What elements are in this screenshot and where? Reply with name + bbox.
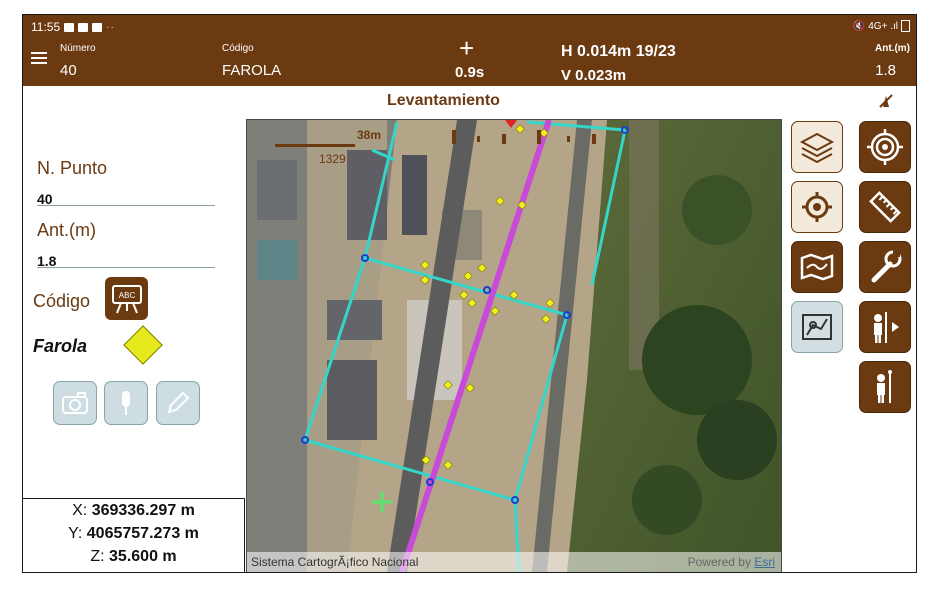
epoch-time: 0.9s	[455, 64, 485, 81]
coord-y-row: Y: 4065757.273 m	[23, 522, 244, 545]
mute-icon: 🔇	[852, 20, 866, 32]
coord-y-label: Y:	[68, 525, 83, 542]
code-button-text: ABC	[118, 291, 135, 300]
camera-icon	[62, 392, 88, 414]
pencil-icon	[167, 391, 190, 414]
survey-point-button[interactable]	[859, 361, 911, 413]
surveyor-play-icon	[874, 312, 899, 343]
target-button[interactable]	[859, 121, 911, 173]
coord-z-label: Z:	[90, 548, 105, 565]
layers-button[interactable]	[791, 121, 843, 173]
code-label: Código	[33, 291, 91, 311]
coord-y-value: 4065757.273 m	[86, 525, 199, 542]
microphone-icon	[122, 391, 130, 415]
coord-z-row: Z: 35.600 m	[23, 545, 244, 568]
basemap-icon	[802, 314, 832, 340]
esri-link[interactable]: Esri	[754, 555, 775, 569]
status-more-dots: ··	[106, 21, 115, 33]
basemap-button[interactable]	[791, 301, 843, 353]
codigo-value: FAROLA	[222, 62, 282, 79]
powered-by-text: Powered by	[687, 555, 751, 569]
locate-icon	[802, 192, 832, 222]
signal-icon: 4G+ .ıl	[868, 20, 898, 32]
crosshair-plus-icon: +	[459, 33, 475, 63]
coord-x-row: X: 369336.297 m	[23, 499, 244, 522]
powered-by: Powered by Esri	[688, 555, 775, 569]
gps-off-icon[interactable]	[878, 93, 894, 109]
numero-value: 40	[60, 62, 77, 79]
surveyor-icon	[877, 370, 892, 403]
notification-icon	[92, 22, 103, 32]
satellite-imagery	[247, 120, 781, 572]
stakeout-button[interactable]	[859, 301, 911, 353]
ruler-icon	[869, 191, 901, 223]
coord-x-label: X:	[72, 502, 88, 519]
center-location-button[interactable]	[791, 181, 843, 233]
antenna-underline	[37, 267, 215, 268]
layers-icon	[799, 132, 835, 164]
codigo-label: Código	[222, 43, 254, 54]
system-indicators: 🔇 4G+ .ıl	[853, 20, 910, 32]
coordinates-box: X: 369336.297 m Y: 4065757.273 m Z: 35.6…	[23, 498, 245, 572]
numero-label: Número	[60, 43, 96, 54]
horizontal-precision: H 0.014m 19/23	[561, 43, 676, 60]
vertical-precision: V 0.023m	[561, 67, 627, 84]
antenna-label: Ant.(m)	[37, 220, 97, 240]
easel-icon: ABC	[111, 284, 142, 313]
map-attribution-bar: Sistema CartogrÃ¡fico Nacional Powered b…	[247, 552, 781, 572]
code-select-button[interactable]: ABC	[105, 277, 148, 320]
microphone-button[interactable]	[104, 381, 148, 425]
map-icon	[800, 253, 834, 281]
map-view-button[interactable]	[791, 241, 843, 293]
battery-icon	[901, 20, 910, 32]
measure-button[interactable]	[859, 181, 911, 233]
top-bar: 11:55 ·· 🔇 4G+ .ıl Número 40 Código FARO…	[23, 15, 916, 86]
camera-button[interactable]	[53, 381, 97, 425]
scale-label: 38m	[357, 128, 382, 142]
antenna-header-value: 1.8	[875, 62, 896, 79]
coord-x-value: 369336.297 m	[91, 502, 195, 519]
point-number-label: N. Punto	[37, 158, 108, 178]
page-title: Levantamiento	[387, 92, 500, 109]
map-attribution: Sistema CartogrÃ¡fico Nacional	[251, 555, 419, 569]
wrench-icon	[871, 250, 902, 283]
antenna-header-label: Ant.(m)	[875, 43, 910, 54]
status-bar: 11:55 ··	[31, 20, 115, 34]
code-symbol-diamond	[123, 325, 163, 365]
map-view[interactable]: 38m 1329 Sistema CartogrÃ¡fico Nacional …	[246, 119, 782, 572]
status-time: 11:55	[31, 20, 61, 34]
message-icon	[78, 22, 89, 32]
target-icon	[867, 129, 903, 165]
tools-button[interactable]	[859, 241, 911, 293]
point-number-underline	[37, 205, 215, 206]
app-screen: 11:55 ·· 🔇 4G+ .ıl Número 40 Código FARO…	[22, 14, 917, 573]
note-button[interactable]	[156, 381, 200, 425]
coord-z-value: 35.600 m	[109, 548, 177, 565]
gallery-icon	[64, 22, 75, 32]
menu-icon[interactable]	[31, 52, 47, 65]
code-name: Farola	[33, 336, 88, 356]
scale-sub-label: 1329	[319, 152, 346, 166]
